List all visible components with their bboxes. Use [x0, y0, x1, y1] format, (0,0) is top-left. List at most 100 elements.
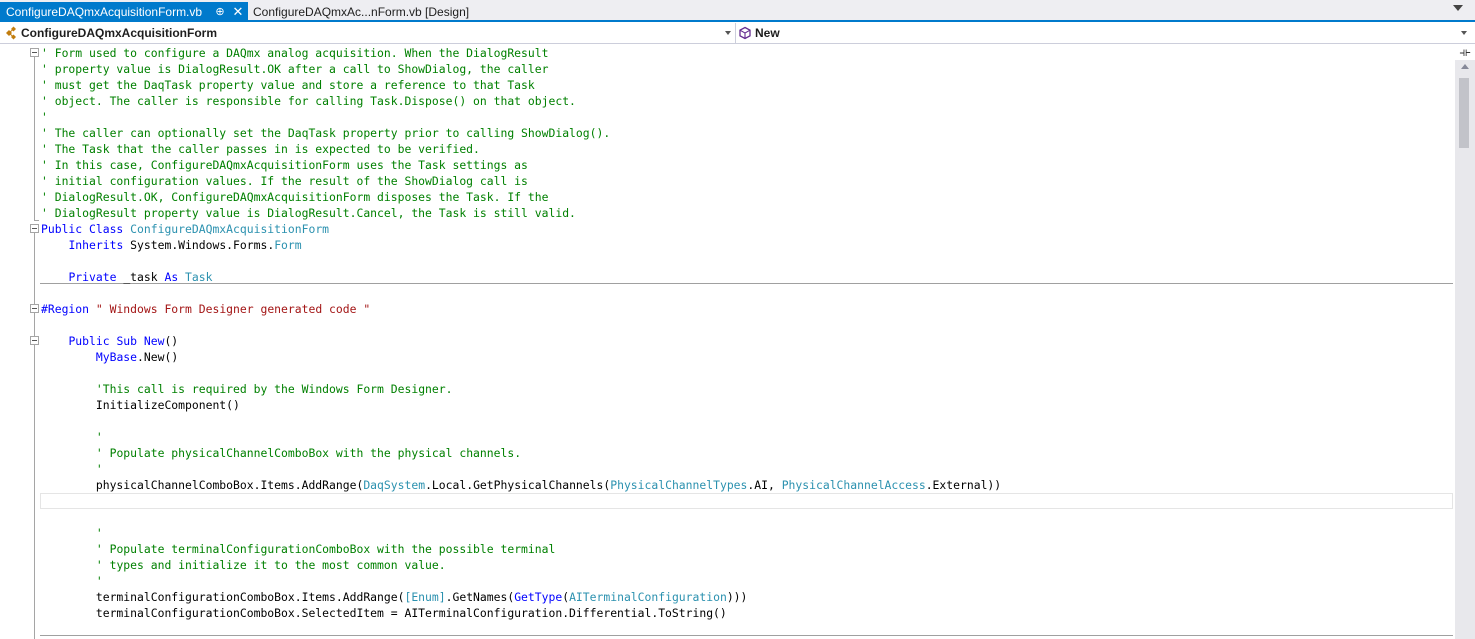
- code-token: .GetNames(: [445, 590, 515, 604]
- chevron-down-icon: [1461, 31, 1467, 35]
- code-line[interactable]: ' Populate terminalConfigurationComboBox…: [41, 541, 555, 557]
- code-token: Public Class: [41, 222, 131, 236]
- code-token: ' initial configuration values. If the r…: [41, 174, 528, 188]
- code-editor[interactable]: ' Form used to configure a DAQmx analog …: [0, 44, 1455, 639]
- code-line[interactable]: Inherits System.Windows.Forms.Form: [41, 237, 301, 253]
- code-line[interactable]: ' Form used to configure a DAQmx analog …: [41, 45, 548, 61]
- code-token: ': [95, 430, 103, 444]
- close-icon[interactable]: ✕: [231, 2, 245, 22]
- code-token: InitializeComponent(): [41, 398, 240, 412]
- code-token: ' Form used to configure a DAQmx analog …: [41, 46, 549, 60]
- code-token: Private: [68, 270, 124, 284]
- document-tab-strip: ConfigureDAQmxAcquisitionForm.vb ⊕ ✕ Con…: [0, 0, 1475, 22]
- code-token: ': [95, 462, 103, 476]
- scroll-up-icon[interactable]: [1461, 64, 1469, 69]
- procedure-separator: [40, 635, 1453, 636]
- code-token: (): [164, 334, 179, 348]
- code-line[interactable]: Public Class ConfigureDAQmxAcquisitionFo…: [41, 221, 329, 237]
- code-line[interactable]: Private _task As Task: [41, 269, 212, 285]
- code-token: ' Populate physicalChannelComboBox with …: [95, 446, 522, 460]
- code-token: System.Windows.Forms.: [130, 238, 275, 252]
- code-line[interactable]: ' initial configuration values. If the r…: [41, 173, 528, 189]
- split-window-icon[interactable]: ⟛: [1455, 44, 1475, 60]
- collapse-region-icon[interactable]: [30, 304, 39, 313]
- code-token: #Region: [41, 302, 96, 316]
- code-token: DaqSystem: [363, 478, 426, 492]
- outline-tick: [34, 220, 39, 221]
- code-token: ': [41, 110, 48, 124]
- code-line[interactable]: ': [41, 461, 103, 477]
- code-token: 'This call is required by the Windows Fo…: [95, 382, 453, 396]
- collapse-sub-icon[interactable]: [30, 336, 39, 345]
- code-line[interactable]: ' object. The caller is responsible for …: [41, 93, 576, 109]
- code-token: MyBase: [95, 350, 138, 364]
- code-line[interactable]: ' DialogResult.OK, ConfigureDAQmxAcquisi…: [41, 189, 548, 205]
- code-token: PhysicalChannelTypes: [610, 478, 748, 492]
- code-token: ConfigureDAQmxAcquisitionForm: [130, 222, 330, 236]
- code-token: ' The caller can optionally set the DaqT…: [41, 126, 611, 140]
- code-token: Inherits: [68, 238, 131, 252]
- collapse-comment-icon[interactable]: [30, 48, 39, 57]
- code-line[interactable]: ': [41, 109, 48, 125]
- code-token: [Enum]: [404, 590, 446, 604]
- code-token: New: [143, 334, 165, 348]
- class-dropdown-label: ConfigureDAQmxAcquisitionForm: [21, 26, 218, 40]
- class-icon: [6, 26, 16, 40]
- code-line[interactable]: ' must get the DaqTask property value an…: [41, 77, 535, 93]
- selection-margin[interactable]: [0, 44, 28, 639]
- code-token: terminalConfigurationComboBox.Items.AddR…: [41, 590, 405, 604]
- code-line[interactable]: terminalConfigurationComboBox.Items.AddR…: [41, 589, 748, 605]
- outline-line: [34, 345, 35, 639]
- code-line[interactable]: MyBase.New(): [41, 349, 178, 365]
- tab-label: ConfigureDAQmxAcquisitionForm.vb: [6, 5, 203, 19]
- code-token: Public Sub: [68, 334, 144, 348]
- code-token: ' In this case, ConfigureDAQmxAcquisitio…: [41, 158, 528, 172]
- outline-line: [34, 57, 35, 221]
- code-token: _task: [123, 270, 165, 284]
- code-line[interactable]: ': [41, 525, 103, 541]
- tab-configure-daqmx-design[interactable]: ConfigureDAQmxAc...nForm.vb [Design]: [252, 3, 469, 21]
- code-line[interactable]: ' In this case, ConfigureDAQmxAcquisitio…: [41, 157, 528, 173]
- code-line[interactable]: 'This call is required by the Windows Fo…: [41, 381, 453, 397]
- scrollbar-thumb[interactable]: [1459, 78, 1469, 148]
- code-token: .New(): [137, 350, 179, 364]
- code-line[interactable]: ' types and initialize it to the most co…: [41, 557, 446, 573]
- code-line[interactable]: terminalConfigurationComboBox.SelectedIt…: [41, 605, 727, 621]
- code-token: ' object. The caller is responsible for …: [41, 94, 576, 108]
- tab-overflow-chevron-down-icon[interactable]: [1453, 5, 1463, 11]
- code-token: ' The Task that the caller passes in is …: [41, 142, 480, 156]
- procedure-separator: [40, 283, 1453, 284]
- code-line[interactable]: ' property value is DialogResult.OK afte…: [41, 61, 548, 77]
- code-line[interactable]: #Region " Windows Form Designer generate…: [41, 301, 370, 317]
- tab-configure-daqmx-acquisition-form-vb[interactable]: ConfigureDAQmxAcquisitionForm.vb ⊕ ✕: [0, 2, 248, 22]
- code-token: .Local.GetPhysicalChannels(: [425, 478, 611, 492]
- pin-icon[interactable]: ⊕: [213, 2, 227, 22]
- code-line[interactable]: ' Populate physicalChannelComboBox with …: [41, 445, 521, 461]
- code-line[interactable]: ' DialogResult property value is DialogR…: [41, 205, 576, 221]
- current-line-highlight: [40, 493, 1453, 509]
- code-line[interactable]: ' The Task that the caller passes in is …: [41, 141, 480, 157]
- code-line[interactable]: ': [41, 573, 103, 589]
- code-line[interactable]: ': [41, 429, 103, 445]
- tab-label: ConfigureDAQmxAc...nForm.vb [Design]: [253, 5, 470, 19]
- code-token: ' DialogResult property value is DialogR…: [41, 206, 576, 220]
- code-line[interactable]: InitializeComponent(): [41, 397, 240, 413]
- code-line[interactable]: Public Sub New(): [41, 333, 178, 349]
- method-icon: [739, 26, 751, 40]
- code-line[interactable]: ' The caller can optionally set the DaqT…: [41, 125, 610, 141]
- member-dropdown[interactable]: New: [738, 23, 1471, 43]
- member-dropdown-label: New: [755, 26, 780, 40]
- code-token: ' DialogResult.OK, ConfigureDAQmxAcquisi…: [41, 190, 549, 204]
- class-dropdown[interactable]: ConfigureDAQmxAcquisitionForm: [4, 23, 736, 43]
- code-line[interactable]: physicalChannelComboBox.Items.AddRange(D…: [41, 477, 1001, 493]
- code-token: physicalChannelComboBox.Items.AddRange(: [41, 478, 364, 492]
- collapse-class-icon[interactable]: [30, 224, 39, 233]
